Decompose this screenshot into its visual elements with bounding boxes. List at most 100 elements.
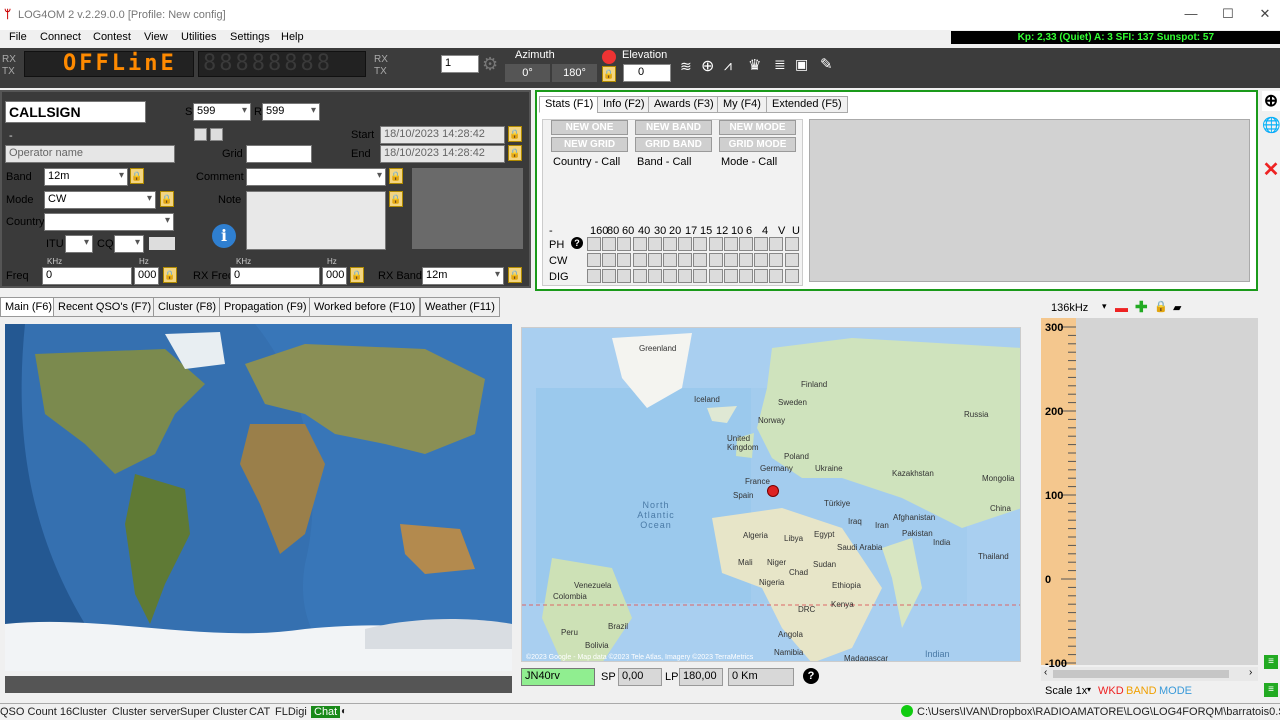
chevron-down-icon[interactable]: ▾: [1102, 301, 1107, 312]
callsign-input[interactable]: CALLSIGN: [5, 101, 146, 123]
rxband-select[interactable]: 12m: [422, 267, 504, 285]
tab-info[interactable]: Info (F2): [597, 96, 651, 113]
status-chat[interactable]: Chat: [311, 706, 341, 718]
freq-khz-input[interactable]: 0: [42, 267, 132, 285]
cq-select[interactable]: [114, 235, 144, 253]
delete-icon[interactable]: ✕: [1262, 157, 1280, 181]
vfo-selector[interactable]: 1: [441, 55, 479, 73]
start-lock-icon[interactable]: 🔒: [508, 126, 522, 142]
tab-cluster[interactable]: Cluster (F8): [153, 297, 222, 317]
tab-extended[interactable]: Extended (F5): [766, 96, 848, 113]
note-lock-icon[interactable]: 🔒: [389, 191, 403, 207]
grid-input[interactable]: [246, 145, 312, 163]
operator-input[interactable]: Operator name: [5, 145, 175, 163]
rxfreq-khz-input[interactable]: 0: [230, 267, 320, 285]
location-map[interactable]: Greenland Finland Iceland Sweden Norway …: [521, 327, 1021, 662]
tab-main[interactable]: Main (F6): [0, 297, 58, 317]
scale-select[interactable]: Scale 1x: [1045, 685, 1087, 697]
camera-icon[interactable]: ▣: [795, 56, 808, 73]
help-icon[interactable]: ?: [571, 237, 583, 249]
scroll-right-icon[interactable]: ›: [1249, 667, 1252, 678]
band-select[interactable]: 12m: [44, 168, 128, 186]
band-grid: - 160 80 60 40 30 20 17 15 12 10 6 4 V U PH CW DIG?: [549, 225, 804, 285]
status-cluster[interactable]: Cluster: [72, 706, 107, 718]
scope-scrollbar[interactable]: ‹ ›: [1041, 667, 1258, 681]
help-icon[interactable]: ?: [803, 668, 819, 684]
lock-icon[interactable]: 🔒: [602, 66, 616, 82]
mode-lock-icon[interactable]: 🔒: [160, 191, 174, 207]
comment-lock-icon[interactable]: 🔒: [389, 168, 403, 184]
mode-select[interactable]: CW: [44, 191, 156, 209]
crown-icon[interactable]: ♛: [748, 56, 761, 74]
qsl-box-2[interactable]: [210, 128, 223, 141]
zoom-in-icon[interactable]: ✚: [1135, 298, 1148, 316]
tab-propagation[interactable]: Propagation (F9): [219, 297, 312, 317]
globe-side-icon[interactable]: 🌐: [1262, 116, 1280, 136]
zoom-out-icon[interactable]: ▬: [1115, 300, 1128, 315]
tab-recent-qso[interactable]: Recent QSO's (F7): [53, 297, 157, 317]
gear-icon[interactable]: ⚙: [482, 54, 498, 75]
greyline-map[interactable]: [5, 324, 512, 671]
scope-span-select[interactable]: 136kHz: [1051, 302, 1088, 314]
tab-my[interactable]: My (F4): [717, 96, 767, 113]
tab-stats[interactable]: Stats (F1): [539, 96, 600, 113]
close-button[interactable]: ✕: [1250, 6, 1280, 22]
menu-help[interactable]: Help: [281, 31, 304, 43]
rst-rcvd-select[interactable]: 599: [262, 103, 320, 121]
end-time-input[interactable]: 18/10/2023 14:28:42: [380, 145, 505, 163]
scope-lock-icon[interactable]: 🔒: [1154, 300, 1168, 313]
freq-lock-icon[interactable]: 🔒: [163, 267, 177, 283]
comment-select[interactable]: [246, 168, 386, 186]
tab-awards[interactable]: Awards (F3): [648, 96, 720, 113]
status-fldigi[interactable]: FLDigi: [275, 706, 307, 718]
rxfreq-lock-icon[interactable]: 🔒: [350, 267, 364, 283]
band-lock-icon[interactable]: 🔒: [130, 168, 144, 184]
status-cluster-server[interactable]: Cluster server: [112, 706, 180, 718]
location-pin-icon[interactable]: [767, 485, 779, 497]
menu-file[interactable]: File: [9, 31, 27, 43]
azimuth-long[interactable]: 180°: [552, 64, 597, 82]
chevron-down-icon[interactable]: ▾: [1087, 685, 1091, 694]
azimuth-short[interactable]: 0°: [505, 64, 550, 82]
tab-worked-before[interactable]: Worked before (F10): [309, 297, 421, 317]
menu-utilities[interactable]: Utilities: [181, 31, 216, 43]
globe-icon[interactable]: ⊕: [701, 56, 714, 76]
grid-locator-field[interactable]: JN40rv: [521, 668, 595, 686]
band-cell: [784, 253, 799, 267]
info-icon[interactable]: i: [212, 224, 236, 248]
scroll-thumb[interactable]: [1053, 670, 1229, 678]
menu-connect[interactable]: Connect: [40, 31, 81, 43]
menu-settings[interactable]: Settings: [230, 31, 270, 43]
note-textarea[interactable]: [246, 191, 386, 250]
menu-contest[interactable]: Contest: [93, 31, 131, 43]
menu-view[interactable]: View: [144, 31, 168, 43]
elevation-input[interactable]: 0: [623, 64, 671, 82]
itu-select[interactable]: [65, 235, 93, 253]
rst-sent-select[interactable]: 599: [193, 103, 251, 121]
status-cat[interactable]: CAT: [249, 706, 270, 718]
freq-hz-input[interactable]: 000: [134, 267, 159, 285]
speaker-icon[interactable]: ◐: [341, 706, 347, 717]
minimize-button[interactable]: —: [1176, 6, 1206, 21]
scroll-left-icon[interactable]: ‹: [1044, 667, 1047, 678]
rxfreq-hz-input[interactable]: 000: [322, 267, 347, 285]
panel-toggle-icon[interactable]: ≡: [1264, 655, 1278, 669]
stop-icon[interactable]: [602, 50, 616, 64]
qsl-box-1[interactable]: [194, 128, 207, 141]
panel-toggle-icon[interactable]: ≡: [1264, 683, 1278, 697]
status-super-cluster[interactable]: Super Cluster: [180, 706, 247, 718]
pen-icon[interactable]: ✎: [820, 55, 833, 73]
app-icon: ᛘ: [4, 7, 12, 21]
tab-weather[interactable]: Weather (F11): [420, 297, 500, 317]
maximize-button[interactable]: ☐: [1213, 6, 1243, 22]
scope-folder-icon[interactable]: ▰: [1173, 301, 1181, 314]
list-icon[interactable]: ≣: [774, 56, 786, 73]
end-lock-icon[interactable]: 🔒: [508, 145, 522, 161]
rxband-lock-icon[interactable]: 🔒: [508, 267, 522, 283]
title-bar: ᛘ LOG4OM 2 v.2.29.0.0 [Profile: New conf…: [0, 0, 1280, 30]
add-icon[interactable]: ⊕: [1262, 91, 1280, 111]
satellite-icon[interactable]: ⩘: [724, 57, 732, 74]
start-time-input[interactable]: 18/10/2023 14:28:42: [380, 126, 505, 144]
country-select[interactable]: [44, 213, 174, 231]
rss-icon[interactable]: ≋: [680, 58, 692, 75]
